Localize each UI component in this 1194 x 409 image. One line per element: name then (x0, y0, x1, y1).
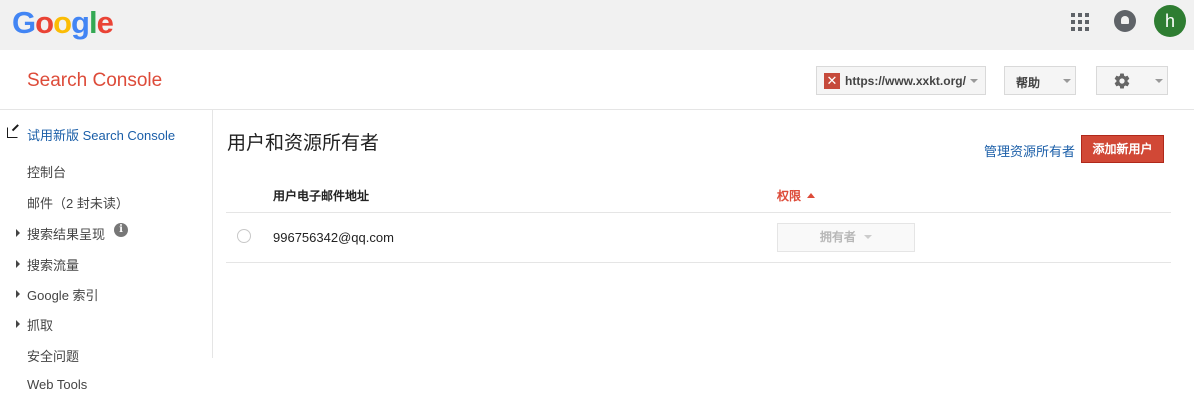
column-header-permission-label: 权限 (777, 189, 802, 203)
page-title: 用户和资源所有者 (227, 133, 380, 154)
google-bar: Google h (0, 0, 1194, 50)
manage-owners-link[interactable]: 管理资源所有者 (984, 141, 1075, 160)
product-title[interactable]: Search Console (27, 70, 162, 92)
sidebar-item-label: 安全问题 (27, 349, 80, 364)
sidebar-item-search-appearance[interactable]: 搜索结果呈现 i (0, 219, 212, 245)
info-icon[interactable]: i (114, 223, 128, 237)
external-link-icon (7, 127, 18, 138)
add-user-button[interactable]: 添加新用户 (1081, 135, 1164, 163)
help-button[interactable]: 帮助 (1004, 66, 1076, 95)
console-header: Search Console ✕ https://www.xxkt.org/ 帮… (0, 50, 1194, 110)
sort-ascending-icon (807, 193, 816, 198)
expand-arrow-icon (16, 320, 20, 328)
sidebar-item-label: 搜索流量 (27, 258, 80, 273)
site-selector[interactable]: ✕ https://www.xxkt.org/ (816, 66, 986, 95)
permission-value: 拥有者 (819, 230, 856, 244)
help-button-label: 帮助 (1016, 76, 1041, 90)
expand-arrow-icon (16, 290, 20, 298)
sidebar-item-search-traffic[interactable]: 搜索流量 (0, 250, 212, 276)
apps-grid-icon[interactable] (1071, 13, 1089, 31)
site-favicon-icon: ✕ (824, 73, 840, 89)
chevron-down-icon (1155, 79, 1163, 83)
sidebar-item-google-index[interactable]: Google 索引 (0, 280, 212, 306)
sidebar-item-label: 搜索结果呈现 (27, 227, 106, 242)
gear-icon (1114, 73, 1130, 89)
chevron-down-icon (864, 235, 873, 239)
table-row: 996756342@qq.com 拥有者 (226, 213, 1171, 263)
sidebar-item-web-tools[interactable]: Web Tools (0, 372, 212, 398)
sidebar-item-label: 抓取 (27, 318, 54, 333)
sidebar-item-security-issues[interactable]: 安全问题 (0, 341, 212, 367)
sidebar-item-dashboard[interactable]: 控制台 (0, 157, 212, 183)
sidebar-item-label: 控制台 (27, 165, 67, 180)
sidebar: 试用新版 Search Console 控制台 邮件（2 封未读） 搜索结果呈现… (0, 110, 213, 364)
site-selector-label: https://www.xxkt.org/ (845, 74, 966, 88)
sidebar-item-crawl[interactable]: 抓取 (0, 310, 212, 336)
user-email: 996756342@qq.com (273, 230, 394, 245)
chevron-down-icon (1063, 79, 1071, 83)
row-select-radio[interactable] (237, 229, 251, 243)
notifications-icon[interactable] (1114, 10, 1136, 32)
expand-arrow-icon (16, 229, 20, 237)
google-logo[interactable]: Google (12, 4, 114, 42)
sidebar-item-label: 邮件（2 封未读） (27, 196, 129, 211)
sidebar-item-label: Web Tools (27, 377, 88, 392)
sidebar-item-try-new-console[interactable]: 试用新版 Search Console (0, 120, 212, 146)
settings-button[interactable] (1096, 66, 1168, 95)
expand-arrow-icon (16, 260, 20, 268)
avatar[interactable]: h (1154, 5, 1186, 37)
sidebar-item-messages[interactable]: 邮件（2 封未读） (0, 188, 212, 214)
sidebar-item-label: Google 索引 (27, 288, 99, 303)
sidebar-item-label: 试用新版 Search Console (27, 128, 176, 143)
chevron-down-icon (970, 79, 978, 83)
column-header-email[interactable]: 用户电子邮件地址 (273, 187, 369, 204)
column-header-permission[interactable]: 权限 (777, 187, 816, 204)
permission-select: 拥有者 (777, 223, 915, 252)
